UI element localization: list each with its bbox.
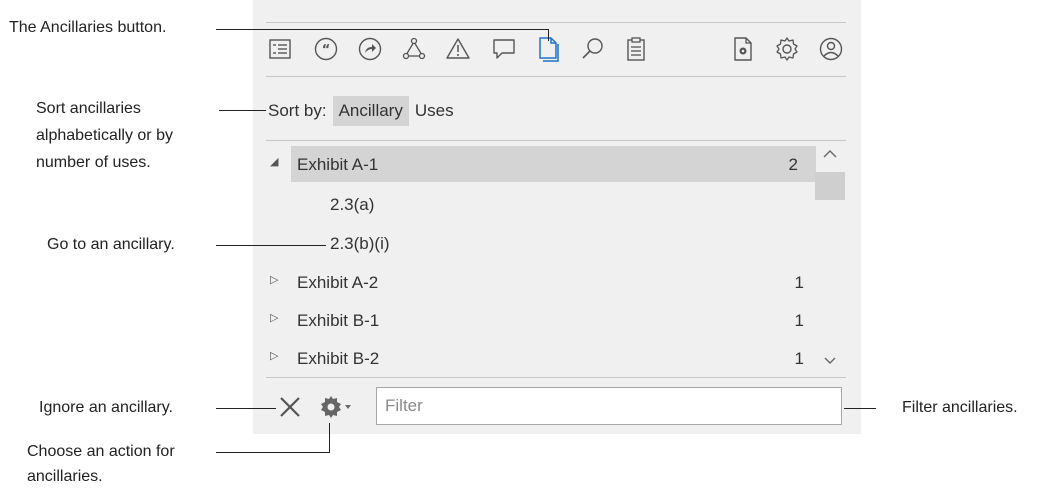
callout-action-line1: Choose an action for bbox=[27, 443, 175, 460]
callout-filter: Filter ancillaries. bbox=[902, 399, 1018, 416]
svg-text:“: “ bbox=[322, 43, 331, 58]
callout-sort-line2: alphabetically or by bbox=[36, 127, 173, 144]
scroll-up-chevron-icon[interactable] bbox=[820, 144, 840, 164]
leader-line bbox=[216, 29, 548, 30]
item-count: 1 bbox=[794, 311, 804, 330]
leader-line bbox=[844, 408, 876, 409]
callout-sort-line3: number of uses. bbox=[36, 154, 151, 171]
leader-line bbox=[219, 110, 266, 111]
scrollbar-thumb[interactable] bbox=[815, 172, 845, 200]
account-icon[interactable] bbox=[818, 36, 844, 62]
gear-icon[interactable] bbox=[774, 36, 800, 62]
list-subitem[interactable]: 2.3(a) bbox=[330, 195, 374, 215]
leader-line bbox=[548, 29, 549, 41]
collapsed-triangle-icon[interactable]: ▷ bbox=[270, 349, 282, 363]
callout-go-to: Go to an ancillary. bbox=[47, 236, 175, 253]
sort-by-label: Sort by: bbox=[268, 101, 327, 120]
sort-option-uses[interactable]: Uses bbox=[409, 96, 460, 126]
expanded-triangle-icon[interactable]: ◢ bbox=[270, 155, 282, 169]
list-item[interactable]: ▷ Exhibit B-2 1 bbox=[270, 340, 816, 376]
cross-reference-icon[interactable] bbox=[357, 36, 383, 62]
comment-icon[interactable] bbox=[491, 36, 517, 62]
item-count: 2 bbox=[788, 155, 798, 174]
list-item[interactable]: ◢ Exhibit A-1 2 bbox=[270, 146, 816, 182]
list-subitem[interactable]: 2.3(b)(i) bbox=[330, 234, 390, 254]
leader-line bbox=[216, 245, 326, 246]
sort-option-ancillary[interactable]: Ancillary bbox=[332, 96, 409, 126]
leader-line bbox=[216, 452, 330, 453]
sortbar-divider bbox=[266, 140, 846, 141]
list-item[interactable]: ▷ Exhibit A-2 1 bbox=[270, 264, 816, 300]
collapsed-triangle-icon[interactable]: ▷ bbox=[270, 311, 282, 325]
outline-icon[interactable] bbox=[267, 36, 293, 62]
document-settings-icon[interactable] bbox=[730, 36, 756, 62]
network-icon[interactable] bbox=[401, 36, 427, 62]
scroll-down-chevron-icon[interactable] bbox=[820, 350, 840, 370]
gear-dropdown-icon[interactable] bbox=[318, 393, 354, 421]
item-count: 1 bbox=[794, 273, 804, 292]
list-item[interactable]: ▷ Exhibit B-1 1 bbox=[270, 302, 816, 338]
leader-line bbox=[216, 408, 276, 409]
callout-sort-line1: Sort ancillaries bbox=[36, 100, 141, 117]
warning-icon[interactable] bbox=[445, 36, 471, 62]
item-count: 1 bbox=[794, 349, 804, 368]
filter-input[interactable] bbox=[376, 387, 842, 425]
clipboard-icon[interactable] bbox=[623, 36, 649, 62]
list-divider bbox=[266, 377, 846, 378]
sort-bar: Sort by: Ancillary Uses bbox=[268, 94, 460, 128]
item-label: Exhibit A-1 bbox=[297, 155, 379, 174]
quotes-icon[interactable]: “ bbox=[313, 36, 339, 62]
collapsed-triangle-icon[interactable]: ▷ bbox=[270, 273, 282, 287]
item-label: Exhibit A-2 bbox=[297, 273, 379, 292]
toolbar-divider bbox=[266, 76, 846, 77]
close-icon[interactable] bbox=[278, 395, 302, 419]
callout-action-line2: ancillaries. bbox=[27, 468, 103, 485]
ancillaries-icon[interactable] bbox=[536, 36, 562, 62]
item-label: Exhibit B-2 bbox=[297, 349, 380, 368]
search-icon[interactable] bbox=[580, 36, 606, 62]
item-label: Exhibit B-1 bbox=[297, 311, 380, 330]
top-divider bbox=[266, 22, 846, 23]
callout-ancillaries-button: The Ancillaries button. bbox=[9, 19, 167, 36]
callout-ignore: Ignore an ancillary. bbox=[39, 399, 173, 416]
leader-line bbox=[329, 423, 330, 453]
